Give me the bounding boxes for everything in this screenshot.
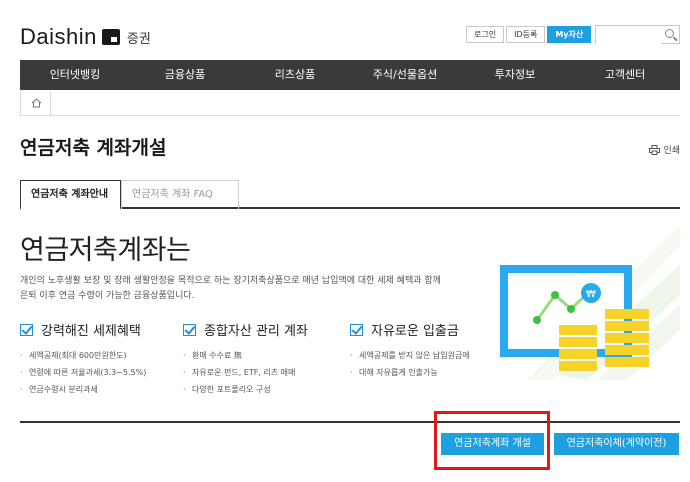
breadcrumb — [20, 91, 680, 116]
nav-customer-center[interactable]: 고객센터 — [570, 60, 680, 90]
hero-title: 연금저축계좌는 — [20, 235, 191, 266]
section-divider — [20, 421, 680, 423]
hero-desc-line2: 은퇴 이후 연금 수령이 가능한 금융상품입니다. — [20, 291, 195, 301]
feature-item: 연금수령시 분리과세 — [20, 381, 146, 398]
hero-desc-line1: 개인의 노후생활 보장 및 장래 생활안정을 목적으로 하는 장기저축상품으로 … — [20, 276, 441, 286]
nav-stocks-futures[interactable]: 주식/선물옵션 — [350, 60, 460, 90]
checkbox-icon — [350, 323, 363, 336]
hero-description: 개인의 노후생활 보장 및 장래 생활안정을 목적으로 하는 장기저축상품으로 … — [20, 274, 490, 304]
nav-investment-info[interactable]: 투자정보 — [460, 60, 570, 90]
search-box — [595, 25, 680, 47]
highlight-box — [434, 411, 550, 470]
logo-text: Daishin — [20, 24, 97, 49]
home-button[interactable] — [20, 91, 51, 116]
feature-item: 자유로운 펀드, ETF, 리츠 매매 — [183, 364, 308, 381]
feature-item: 대해 자유롭게 인출가능 — [350, 364, 470, 381]
search-icon[interactable] — [665, 29, 674, 38]
nav-financial-products[interactable]: 금융상품 — [130, 60, 240, 90]
logo-mark-icon — [101, 29, 120, 45]
feature-item: 다양한 포트폴리오 구성 — [183, 381, 308, 398]
home-icon — [31, 98, 42, 108]
search-input[interactable] — [596, 29, 662, 47]
printer-icon — [649, 144, 661, 155]
tab-account-guide[interactable]: 연금저축 계좌안내 — [20, 180, 121, 210]
id-register-link[interactable]: ID등록 — [506, 26, 546, 43]
pension-transfer-button[interactable]: 연금저축이체(계약이전) — [554, 433, 679, 455]
feature-title: 자유로운 입출금 — [371, 324, 459, 339]
print-label: 인쇄 — [663, 146, 680, 156]
tab-account-faq[interactable]: 연금저축 계좌 FAQ — [121, 180, 239, 209]
feature-free-withdrawal: 자유로운 입출금 세액공제를 받지 않은 납입원금에 대해 자유롭게 인출가능 — [350, 320, 470, 381]
feature-item: 연령에 따른 저율과세(3.3~5.5%) — [20, 364, 146, 381]
feature-title: 강력해진 세제혜택 — [41, 324, 141, 339]
pension-illustration: ₩ — [500, 225, 680, 380]
checkbox-icon — [20, 323, 33, 336]
utility-nav: 로그인 ID등록 My자산 — [466, 26, 593, 43]
feature-item: 환매 수수료 無 — [183, 347, 308, 364]
main-nav: 인터넷뱅킹 금융상품 리츠상품 주식/선물옵션 투자정보 고객센터 — [20, 60, 680, 90]
login-link[interactable]: 로그인 — [466, 26, 505, 43]
my-assets-link[interactable]: My자산 — [547, 26, 592, 43]
feature-asset-management: 종합자산 관리 계좌 환매 수수료 無 자유로운 펀드, ETF, 리츠 매매 … — [183, 320, 308, 398]
feature-item: 세액공제(최대 600만원한도) — [20, 347, 146, 364]
logo-sub: 증권 — [126, 31, 151, 47]
feature-title: 종합자산 관리 계좌 — [204, 324, 308, 339]
nav-internet-banking[interactable]: 인터넷뱅킹 — [20, 60, 130, 90]
svg-text:₩: ₩ — [586, 289, 596, 300]
print-button[interactable]: 인쇄 — [649, 143, 680, 156]
page-title: 연금저축 계좌개설 — [20, 137, 167, 159]
feature-tax-benefit: 강력해진 세제혜택 세액공제(최대 600만원한도) 연령에 따른 저율과세(3… — [20, 320, 146, 398]
feature-item: 세액공제를 받지 않은 납입원금에 — [350, 347, 470, 364]
nav-reits[interactable]: 리츠상품 — [240, 60, 350, 90]
checkbox-icon — [183, 323, 196, 336]
daishin-logo[interactable]: Daishin 증권 — [20, 24, 151, 50]
